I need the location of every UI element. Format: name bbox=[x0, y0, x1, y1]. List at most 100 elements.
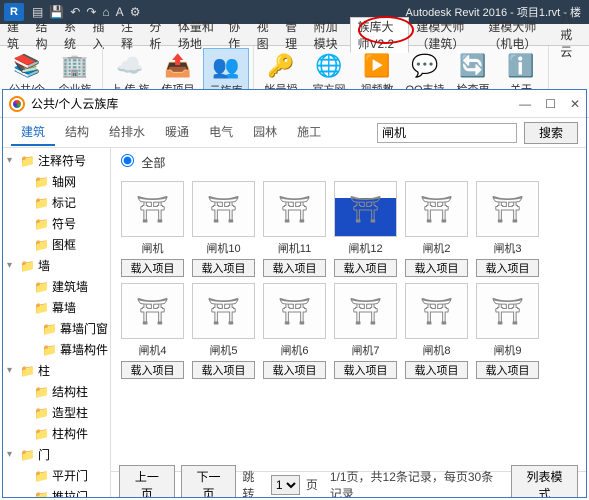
load-button[interactable]: 载入项目 bbox=[405, 361, 468, 379]
load-button[interactable]: 载入项目 bbox=[121, 259, 184, 277]
expander-icon[interactable]: ▾ bbox=[7, 155, 17, 166]
ribbon-icon: 🔄 bbox=[457, 50, 489, 82]
tree-item[interactable]: 📁标记 bbox=[5, 192, 108, 213]
tree-label: 幕墙 bbox=[52, 299, 76, 316]
tree-label: 建筑墙 bbox=[52, 278, 88, 295]
item-card[interactable]: ⛩闸机3载入项目 bbox=[476, 181, 539, 277]
tree-label: 标记 bbox=[52, 194, 76, 211]
folder-icon: 📁 bbox=[34, 196, 49, 210]
item-caption: 闸机7 bbox=[351, 342, 379, 358]
tree-label: 幕墙门窗 bbox=[60, 320, 108, 337]
category-tree[interactable]: ▾📁注释符号📁轴网📁标记📁符号📁图框▾📁墙📁建筑墙📁幕墙📁幕墙门窗📁幕墙构件▾📁… bbox=[3, 148, 111, 497]
thumb-icon: ⛩ bbox=[334, 283, 397, 339]
tree-item[interactable]: 📁幕墙构件 bbox=[5, 339, 108, 360]
tree-item[interactable]: 📁柱构件 bbox=[5, 423, 108, 444]
tree-item[interactable]: ▾📁柱 bbox=[5, 360, 108, 381]
item-card[interactable]: ⛩闸机12载入项目 bbox=[334, 181, 397, 277]
tree-item[interactable]: 📁平开门 bbox=[5, 465, 108, 486]
load-button[interactable]: 载入项目 bbox=[334, 259, 397, 277]
expander-icon[interactable]: ▾ bbox=[7, 449, 17, 460]
tree-item[interactable]: 📁符号 bbox=[5, 213, 108, 234]
filter-tab[interactable]: 给排水 bbox=[99, 119, 155, 146]
filter-tab[interactable]: 建筑 bbox=[11, 119, 55, 146]
tree-item[interactable]: ▾📁门 bbox=[5, 444, 108, 465]
ribbon-icon: ℹ️ bbox=[505, 50, 537, 82]
folder-icon: 📁 bbox=[20, 448, 35, 462]
gallery-header: 全部 bbox=[111, 148, 586, 177]
item-card[interactable]: ⛩ 闸机8 载入项目 bbox=[405, 283, 468, 379]
minimize-icon[interactable]: — bbox=[519, 97, 531, 111]
maximize-icon[interactable]: ☐ bbox=[545, 97, 556, 111]
page-select[interactable]: 1 bbox=[271, 475, 300, 495]
load-button[interactable]: 载入项目 bbox=[476, 361, 539, 379]
filter-tab[interactable]: 施工 bbox=[287, 119, 331, 146]
load-button[interactable]: 载入项目 bbox=[121, 361, 184, 379]
tree-item[interactable]: ▾📁墙 bbox=[5, 255, 108, 276]
load-button[interactable]: 载入项目 bbox=[192, 361, 255, 379]
filter-tab[interactable]: 结构 bbox=[55, 119, 99, 146]
tree-item[interactable]: 📁轴网 bbox=[5, 171, 108, 192]
item-card[interactable]: ⛩闸机2载入项目 bbox=[405, 181, 468, 277]
item-card[interactable]: ⛩闸机载入项目 bbox=[121, 181, 184, 277]
item-card[interactable]: ⛩ 闸机5 载入项目 bbox=[192, 283, 255, 379]
ribbon-icon: 🔑 bbox=[265, 50, 297, 82]
item-card[interactable]: ⛩闸机6载入项目 bbox=[263, 283, 326, 379]
item-caption: 闸机4 bbox=[138, 342, 166, 358]
list-mode-button[interactable]: 列表模式 bbox=[511, 465, 578, 498]
tree-item[interactable]: 📁推拉门 bbox=[5, 486, 108, 497]
tree-item[interactable]: ▾📁注释符号 bbox=[5, 150, 108, 171]
tree-label: 符号 bbox=[52, 215, 76, 232]
expander-icon[interactable]: ▾ bbox=[7, 260, 17, 271]
next-page-button[interactable]: 下一页 bbox=[181, 465, 237, 498]
tree-label: 柱 bbox=[38, 362, 50, 379]
close-icon[interactable]: ✕ bbox=[570, 97, 580, 111]
tree-item[interactable]: 📁幕墙门窗 bbox=[5, 318, 108, 339]
item-caption: 闸机9 bbox=[493, 342, 521, 358]
item-caption: 闸机5 bbox=[209, 342, 237, 358]
jump-label: 跳转 bbox=[242, 468, 264, 498]
ribbon-icon: 👥 bbox=[210, 51, 242, 83]
tree-item[interactable]: 📁结构柱 bbox=[5, 381, 108, 402]
tree-label: 墙 bbox=[38, 257, 50, 274]
thumb-icon: ⛩ bbox=[334, 181, 397, 237]
search-input[interactable] bbox=[377, 123, 517, 143]
load-button[interactable]: 载入项目 bbox=[263, 259, 326, 277]
prev-page-button[interactable]: 上一页 bbox=[119, 465, 175, 498]
thumb-icon: ⛩ bbox=[405, 283, 468, 339]
item-caption: 闸机11 bbox=[278, 240, 311, 256]
menu-14[interactable]: 八戒云 bbox=[553, 9, 589, 60]
item-card[interactable]: ⛩闸机11载入项目 bbox=[263, 181, 326, 277]
item-card[interactable]: ⛩ 闸机7 载入项目 bbox=[334, 283, 397, 379]
tree-item[interactable]: 📁图框 bbox=[5, 234, 108, 255]
thumb-icon: ⛩ bbox=[476, 181, 539, 237]
load-button[interactable]: 载入项目 bbox=[263, 361, 326, 379]
page-unit: 页 bbox=[306, 476, 318, 493]
item-card[interactable]: ⛩闸机4载入项目 bbox=[121, 283, 184, 379]
window-titlebar: 公共/个人云族库 — ☐ ✕ bbox=[3, 90, 586, 118]
item-card[interactable]: ⛩ 闸机9 载入项目 bbox=[476, 283, 539, 379]
gallery: 全部 ⛩闸机载入项目⛩闸机10载入项目⛩闸机11载入项目⛩闸机12载入项目⛩闸机… bbox=[111, 148, 586, 497]
tree-label: 门 bbox=[38, 446, 50, 463]
expander-icon[interactable]: ▾ bbox=[7, 365, 17, 376]
folder-icon: 📁 bbox=[34, 385, 49, 399]
thumb-icon: ⛩ bbox=[405, 181, 468, 237]
thumb-icon: ⛩ bbox=[192, 283, 255, 339]
radio-all[interactable]: 全部 bbox=[121, 156, 165, 170]
filter-tab[interactable]: 电气 bbox=[199, 119, 243, 146]
load-button[interactable]: 载入项目 bbox=[405, 259, 468, 277]
load-button[interactable]: 载入项目 bbox=[476, 259, 539, 277]
ribbon-icon: 💬 bbox=[409, 50, 441, 82]
thumb-icon: ⛩ bbox=[476, 283, 539, 339]
item-card[interactable]: ⛩闸机10载入项目 bbox=[192, 181, 255, 277]
load-button[interactable]: 载入项目 bbox=[334, 361, 397, 379]
item-caption: 闸机8 bbox=[422, 342, 450, 358]
search-button[interactable]: 搜索 bbox=[524, 122, 578, 144]
tree-item[interactable]: 📁幕墙 bbox=[5, 297, 108, 318]
page-info: 1/1页，共12条记录，每页30条记录 bbox=[330, 468, 505, 498]
filter-tab[interactable]: 园林 bbox=[243, 119, 287, 146]
load-button[interactable]: 载入项目 bbox=[192, 259, 255, 277]
tree-item[interactable]: 📁造型柱 bbox=[5, 402, 108, 423]
tree-item[interactable]: 📁建筑墙 bbox=[5, 276, 108, 297]
filter-tab[interactable]: 暖通 bbox=[155, 119, 199, 146]
thumb-icon: ⛩ bbox=[192, 181, 255, 237]
